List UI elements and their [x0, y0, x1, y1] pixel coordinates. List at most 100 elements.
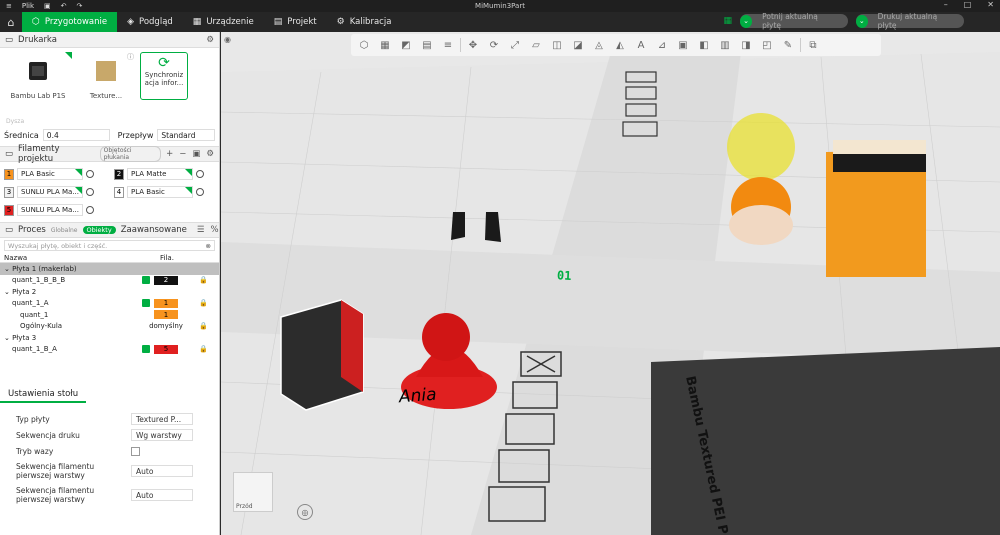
filament-cell[interactable]: domyślny	[149, 322, 183, 331]
filament-select[interactable]: PLA Basic	[17, 168, 83, 180]
filament-cell[interactable]: 1	[154, 298, 178, 308]
filament-select[interactable]: SUNLU PLA Ma...	[17, 186, 83, 198]
filament-cell[interactable]: 2	[154, 275, 178, 285]
seam-paint-icon[interactable]: ◭	[611, 37, 629, 53]
maximize-icon[interactable]: □	[964, 0, 972, 9]
edit-icon[interactable]	[86, 188, 94, 196]
slice-button[interactable]: ⌄ Potnij aktualną płytę	[740, 12, 848, 30]
filament-item[interactable]: 3 SUNLU PLA Ma...	[4, 185, 114, 199]
settings-icon[interactable]: ⚙	[206, 35, 214, 45]
add-plate-icon[interactable]: ▦	[376, 37, 394, 53]
search-input[interactable]: Wyszukaj płytę, obiekt i część. ⊗	[4, 240, 215, 251]
redo-icon[interactable]: ↷	[77, 2, 83, 10]
minimize-icon[interactable]: –	[944, 0, 948, 9]
rotate-icon[interactable]: ⟳	[485, 37, 503, 53]
printer-card[interactable]: Bambu Lab P1S	[4, 52, 72, 114]
variable-layer-icon[interactable]: ▥	[716, 37, 734, 53]
tree-row[interactable]: quant_1 1	[0, 309, 219, 321]
brush-icon[interactable]: ✎	[779, 37, 797, 53]
sync-button[interactable]: ⟳ Synchroniz acja infor...	[140, 52, 188, 100]
tree-row[interactable]: ⌄ Płyta 2	[0, 286, 219, 298]
tree-row[interactable]: ⌄ Płyta 3	[0, 332, 219, 344]
diameter-select[interactable]: 0.4	[42, 129, 110, 141]
assembly-icon[interactable]: ▣	[674, 37, 692, 53]
lock-icon[interactable]: 🔒	[199, 345, 208, 353]
move-icon[interactable]: ✥	[464, 37, 482, 53]
tab-prepare[interactable]: ⬡ Przygotowanie	[22, 12, 118, 32]
text-icon[interactable]: A	[632, 37, 650, 53]
split-parts-icon[interactable]: ◰	[758, 37, 776, 53]
list-icon[interactable]: ☰	[197, 225, 205, 235]
edit-icon[interactable]	[86, 206, 94, 214]
file-menu[interactable]: Plik	[22, 2, 34, 10]
edit-icon[interactable]	[86, 170, 94, 178]
first-layer-seq-select[interactable]: Auto	[131, 465, 193, 477]
plate-grid-icon[interactable]: ▦	[723, 16, 732, 26]
visible-checkbox[interactable]	[142, 276, 150, 285]
tab-device[interactable]: ▦ Urządzenie	[183, 12, 264, 32]
tab-project[interactable]: ▤ Projekt	[264, 12, 327, 32]
3d-viewport[interactable]: 01 Bambu Textured PEI P Ania ⬡ ▦ ◩ ▤ ≡ ✥…	[221, 32, 1000, 535]
filament-item[interactable]: 4 PLA Basic	[114, 185, 219, 199]
filament-cell[interactable]: 5	[154, 344, 178, 354]
edit-icon[interactable]	[196, 188, 204, 196]
orient-icon[interactable]: ◩	[397, 37, 415, 53]
lock-icon[interactable]: 🔒	[199, 322, 208, 330]
tree-row[interactable]: Ogólny-Kula domyślny 🔒	[0, 321, 219, 333]
tab-plate-settings[interactable]: Ustawienia stołu	[0, 387, 87, 403]
first-layer-seq-select[interactable]: Auto	[131, 489, 193, 501]
support-paint-icon[interactable]: ◬	[590, 37, 608, 53]
flow-select[interactable]: Standard	[157, 129, 215, 141]
add-icon[interactable]: +	[166, 149, 173, 159]
plate-card[interactable]: ⓘ Texture...	[78, 52, 134, 114]
bulb-model[interactable]	[727, 113, 795, 181]
mesh-boolean-icon[interactable]: ◪	[569, 37, 587, 53]
global-toggle[interactable]: Globalne	[51, 227, 78, 234]
save-icon[interactable]: ▣	[44, 2, 51, 10]
lock-icon[interactable]: 🔒	[199, 276, 208, 284]
settings-icon[interactable]: ⚙	[206, 149, 214, 159]
close-icon[interactable]: ✕	[987, 0, 994, 9]
undo-icon[interactable]: ↶	[61, 2, 67, 10]
measure-icon[interactable]: ⊿	[653, 37, 671, 53]
tab-calibration[interactable]: ⚙ Kalibracja	[327, 12, 402, 32]
visible-checkbox[interactable]	[142, 299, 150, 308]
color-paint-icon[interactable]: ◧	[695, 37, 713, 53]
percent-icon[interactable]: %	[211, 225, 219, 235]
lay-on-face-icon[interactable]: ▱	[527, 37, 545, 53]
scale-icon[interactable]: ⤢	[506, 37, 524, 53]
cut-icon[interactable]: ◫	[548, 37, 566, 53]
tree-row[interactable]: quant_1_B_A 5 🔒	[0, 344, 219, 356]
reset-view-icon[interactable]: ◎	[297, 504, 313, 520]
home-icon[interactable]: ⌂	[0, 12, 22, 32]
filament-item[interactable]: 1 PLA Basic	[4, 167, 114, 181]
remove-icon[interactable]: −	[179, 149, 186, 159]
copy-icon[interactable]: ▣	[192, 149, 200, 159]
edit-icon[interactable]	[196, 170, 204, 178]
print-sequence-select[interactable]: Wg warstwy	[131, 429, 193, 441]
flush-volumes-button[interactable]: Objętości płukania	[99, 146, 162, 162]
filament-select[interactable]: PLA Basic	[127, 186, 193, 198]
tree-row[interactable]: quant_1_B_B_B 2 🔒	[0, 275, 219, 287]
tree-row[interactable]: quant_1_A 1 🔒	[0, 298, 219, 310]
clear-icon[interactable]: ⊗	[206, 242, 211, 250]
boot-model[interactable]	[451, 212, 465, 240]
view-icon[interactable]: ⧉	[804, 37, 822, 53]
hamburger-menu-icon[interactable]: ≡	[6, 2, 12, 10]
filament-select[interactable]: SUNLU PLA Ma...	[17, 204, 83, 216]
layers-icon[interactable]: ≡	[439, 37, 457, 53]
tree-row[interactable]: ⌄ Płyta 1 (makerlab)	[0, 263, 219, 275]
filament-item[interactable]: 2 PLA Matte	[114, 167, 219, 181]
arrange-icon[interactable]: ▤	[418, 37, 436, 53]
vase-mode-checkbox[interactable]	[131, 446, 140, 456]
print-button[interactable]: ⌄ Drukuj aktualną płytę	[856, 12, 964, 30]
objects-toggle[interactable]: Obiekty	[82, 226, 116, 234]
visible-checkbox[interactable]	[142, 345, 150, 354]
add-object-icon[interactable]: ⬡	[355, 37, 373, 53]
tab-preview[interactable]: ◈ Podgląd	[117, 12, 183, 32]
lock-icon[interactable]: 🔒	[199, 299, 208, 307]
filament-cell[interactable]: 1	[154, 310, 178, 320]
filament-select[interactable]: PLA Matte	[127, 168, 193, 180]
plate-type-select[interactable]: Textured P...	[131, 413, 193, 425]
split-icon[interactable]: ◨	[737, 37, 755, 53]
